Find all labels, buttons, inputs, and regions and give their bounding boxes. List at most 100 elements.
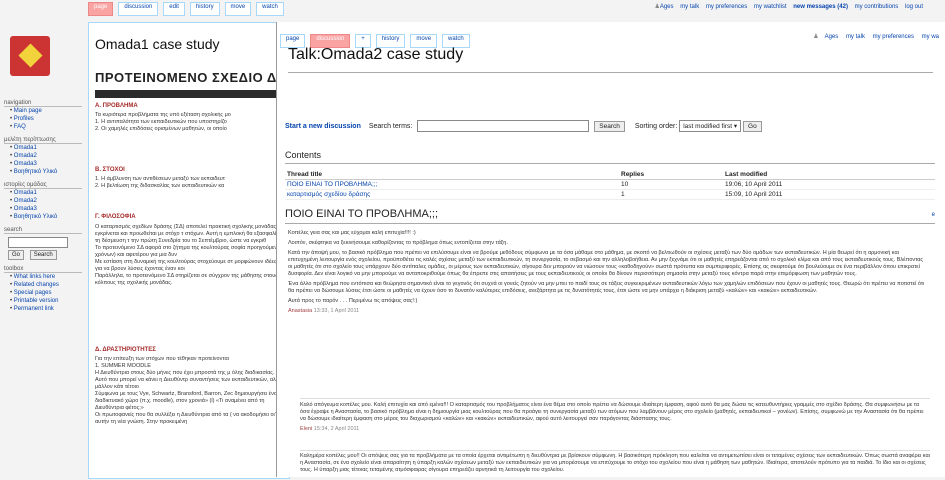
back-section-activities-heading: Δ. ΔΡΑΣΤΗΡΙΟΤΗΤΕΣ <box>95 347 156 353</box>
back-personal-tools: ♟Ages my talk my preferences my watchlis… <box>649 3 923 10</box>
search-terms-label: Search terms: <box>368 122 413 130</box>
post-anastasia: Κοπέλες γεια σας και μας εύχομαι καλή επ… <box>288 230 928 388</box>
toolbox-special-pages[interactable]: Special pages <box>14 290 52 296</box>
post-paragraph: Κοπέλες γεια σας και μας εύχομαι καλή επ… <box>288 230 416 236</box>
back-logout-link[interactable]: log out <box>905 4 923 10</box>
back-section-activities-text: Για την επίτευξη των στόχων που τέθηκαν … <box>95 356 282 425</box>
post-paragraph: Κατά την άποψή μου, το βασικό πρόβλημα π… <box>288 250 924 277</box>
back-heading-band <box>95 90 288 98</box>
discussion-toolbar: Start a new discussion Search terms: Sea… <box>285 120 762 132</box>
sidebar-search-button[interactable]: Search <box>29 250 57 260</box>
sidebar-item-main-page[interactable]: Main page <box>14 108 42 114</box>
sidebar-toolbox-title: toolbox <box>4 266 82 273</box>
sidebar-item-omada2[interactable]: Omada2 <box>14 153 37 159</box>
search-button[interactable]: Search <box>594 120 625 132</box>
thread-table-header: Thread title Replies Last modified <box>285 170 935 180</box>
back-tab-bar: page discussion edit history move watch <box>88 2 287 20</box>
thread-table: Thread title Replies Last modified ΠΟΙΟ … <box>285 170 935 200</box>
thread-last-modified: 15:09, 10 April 2011 <box>723 189 935 200</box>
title-divider <box>288 72 933 73</box>
sidebar-search-title: search <box>4 227 82 234</box>
thread-divider <box>285 223 935 224</box>
sorting-order-select[interactable]: last modified first ▾ <box>679 120 742 132</box>
back-section-philosophy-text: Ο καταρτισμός σχεδίων δράσης (ΣΔ) αποτελ… <box>95 224 285 286</box>
sidebar-item-omada1[interactable]: Omada1 <box>14 145 37 151</box>
front-user-link[interactable]: Ages <box>825 34 839 40</box>
post-paragraph: Αυτά προς το παρόν . . . Περιμένω τις απ… <box>288 298 418 304</box>
replies-header: Replies <box>619 170 723 180</box>
post-author-link[interactable]: Eleni <box>300 426 312 432</box>
thread-title-header: Thread title <box>285 170 619 180</box>
back-my-talk-link[interactable]: my talk <box>680 4 699 10</box>
sorting-order-value: last modified first <box>683 123 733 130</box>
thread-title-link[interactable]: καταρτισμός σχεδίου δράσης <box>287 191 370 198</box>
back-new-messages-link[interactable]: new messages (42) <box>793 4 848 10</box>
toolbox-printable-version[interactable]: Printable version <box>14 298 59 304</box>
back-section-goals-heading: Β. ΣΤΟΧΟΙ <box>95 167 125 173</box>
back-tab-discussion[interactable]: discussion <box>118 2 159 16</box>
sidebar-item-material[interactable]: Βοηθητικό Υλικό <box>14 169 57 175</box>
post-paragraph: Ένα άλλο πρόβλημα που εντόπισα και θεώρη… <box>288 281 925 294</box>
back-preferences-link[interactable]: my preferences <box>706 4 747 10</box>
table-row: ΠΟΙΟ ΕΙΝΑΙ ΤΟ ΠΡΟΒΛΗΜΑ;;; 10 19:06, 10 A… <box>285 179 935 190</box>
sidebar-item-omada3-stories[interactable]: Omada3 <box>14 206 37 212</box>
front-preferences-link[interactable]: my preferences <box>873 34 914 40</box>
thread-replies: 1 <box>619 189 723 200</box>
back-user-link[interactable]: Ages <box>660 4 674 10</box>
post-paragraph: Λοιπόν, σκέφτηκα να ξεκινήσουμε καθορίζο… <box>288 240 508 246</box>
sidebar-item-profiles[interactable]: Profiles <box>14 116 34 122</box>
sidebar-item-material-stories[interactable]: Βοηθητικό Υλικό <box>14 214 57 220</box>
back-plan-heading: ΠΡΟΤΕΙΝΟΜΕΝΟ ΣΧΕΔΙΟ ΔΡ <box>95 70 286 85</box>
back-section-problem-text: Τα κυριότερα προβλήματα της υπό εξέταση … <box>95 112 231 132</box>
back-section-goals-text: 1. Η άμβλυνση των αντιθέσεων μεταξύ των … <box>95 176 225 189</box>
post-author-link[interactable]: Anastasia <box>288 308 312 314</box>
go-button[interactable]: Go <box>743 120 762 132</box>
sidebar-navigation-title: navigation <box>4 100 82 107</box>
sidebar: navigation Main page Profiles FAQ μελέτη… <box>4 94 82 313</box>
back-section-philosophy-heading: Γ. ΦΙΛΟΣΟΦΙΑ <box>95 214 136 220</box>
contents-heading: Contents <box>285 150 322 160</box>
back-tab-page[interactable]: page <box>88 2 114 16</box>
back-tab-edit[interactable]: edit <box>163 2 185 16</box>
post-timestamp: 13:33, 1 April 2011 <box>313 308 360 314</box>
start-discussion-link[interactable]: Start a new discussion <box>285 123 361 130</box>
toolbox-permanent-link[interactable]: Permanent link <box>14 306 54 312</box>
thread-heading: ΠΟΙΟ ΕΙΝΑΙ ΤΟ ΠΡΟΒΛΗΜΑ;;; <box>285 208 439 220</box>
thread-title-link[interactable]: ΠΟΙΟ ΕΙΝΑΙ ΤΟ ΠΡΟΒΛΗΜΑ;;; <box>287 181 377 188</box>
front-watchlist-link[interactable]: my wa <box>922 34 939 40</box>
back-watchlist-link[interactable]: my watchlist <box>754 4 787 10</box>
sidebar-item-faq[interactable]: FAQ <box>14 124 26 130</box>
chevron-down-icon: ▾ <box>733 123 738 130</box>
front-user-icon: ♟ <box>813 34 819 40</box>
back-section-problem-heading: Α. ΠΡΟΒΛΗΜΑ <box>95 103 138 109</box>
sidebar-go-button[interactable]: Go <box>8 250 25 260</box>
thread-edit-link[interactable]: e <box>932 212 935 218</box>
sidebar-item-omada3[interactable]: Omada3 <box>14 161 37 167</box>
thread-replies: 10 <box>619 179 723 190</box>
back-page-title: Omada1 case study <box>95 36 220 52</box>
table-row: καταρτισμός σχεδίου δράσης 1 15:09, 10 A… <box>285 189 935 200</box>
search-terms-input[interactable] <box>417 120 590 132</box>
front-personal-tools: ♟ Ages my talk my preferences my wa <box>807 33 939 40</box>
post-paragraph: Καλό απόγευμα κοπέλες μου. Καλή επιτυχία… <box>300 402 924 422</box>
last-modified-header: Last modified <box>723 170 935 180</box>
sidebar-item-omada1-stories[interactable]: Omada1 <box>14 190 37 196</box>
back-contributions-link[interactable]: my contributions <box>855 4 899 10</box>
front-my-talk-link[interactable]: my talk <box>846 34 865 40</box>
post-paragraph: Καλημέρα κοπέλες μου!! Οι απόψεις σας γι… <box>300 453 930 473</box>
post-eleni: Καλό απόγευμα κοπέλες μου. Καλή επιτυχία… <box>300 398 930 450</box>
sidebar-stories-title: ιστορίες ομάδας <box>4 182 82 189</box>
back-tab-move[interactable]: move <box>224 2 252 16</box>
post-reply-3: Καλημέρα κοπέλες μου!! Οι απόψεις σας γι… <box>300 450 930 480</box>
contents-divider <box>285 163 935 164</box>
sidebar-search-input[interactable] <box>8 237 68 248</box>
page-title: Talk:Omada2 case study <box>288 46 464 63</box>
sidebar-item-omada2-stories[interactable]: Omada2 <box>14 198 37 204</box>
back-tab-history[interactable]: history <box>189 2 220 16</box>
thread-last-modified: 19:06, 10 April 2011 <box>723 179 935 190</box>
toolbox-related-changes[interactable]: Related changes <box>14 282 59 288</box>
toolbox-what-links-here[interactable]: What links here <box>14 274 55 280</box>
back-tab-watch[interactable]: watch <box>256 2 284 16</box>
post-timestamp: 15:34, 2 April 2011 <box>313 426 360 432</box>
sorting-order-label: Sorting order: <box>634 122 678 130</box>
